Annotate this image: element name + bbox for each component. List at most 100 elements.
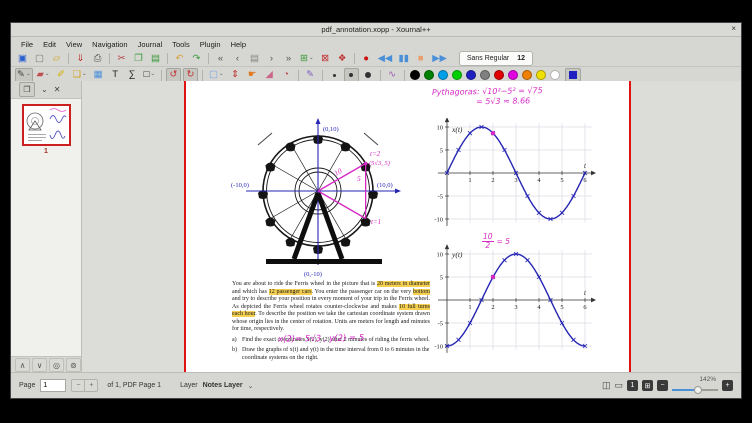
presentation-button[interactable]: ▭	[614, 380, 623, 391]
font-selector-button[interactable]: Sans Regular 12	[459, 51, 533, 66]
print-icon: ⎙	[94, 54, 102, 64]
layer-select[interactable]: Notes Layer	[203, 382, 243, 389]
new-document-button[interactable]: ▢	[32, 51, 47, 66]
menu-file[interactable]: File	[16, 40, 38, 49]
record-audio-button[interactable]: ●	[359, 51, 374, 66]
color-swatch-2020c0[interactable]	[466, 70, 476, 80]
sidebar-pages-panel-icon[interactable]: ❐	[19, 82, 35, 97]
sidebar-circle-dot-button[interactable]: ⊚	[66, 358, 81, 372]
pythagoras-annotation: Pythagoras: √10²−5² = √75 = 5√3 ≈ 8.66	[432, 86, 543, 107]
thickness-fine-dot	[333, 74, 336, 77]
sidebar-overlap-circles-button[interactable]: ◎	[49, 358, 64, 372]
fullscreen-button[interactable]: ❖	[335, 51, 350, 66]
color-swatch-008000[interactable]	[424, 70, 434, 80]
insert-image-icon: ▦	[94, 70, 103, 80]
sidebar: ❐⌄✕ 1 ∧∨◎⊚	[11, 81, 82, 373]
copy-button[interactable]: ❐	[131, 51, 146, 66]
font-size-label: 12	[517, 55, 525, 62]
menu-view[interactable]: View	[61, 40, 87, 49]
next-page-button[interactable]: ›	[264, 51, 279, 66]
fit-page-button[interactable]: ⊞	[642, 380, 653, 391]
toolbar-separator	[354, 53, 355, 64]
color-swatch-00d000[interactable]	[452, 70, 462, 80]
paste-button[interactable]: ▤	[148, 51, 163, 66]
single-page-button[interactable]: 1	[627, 380, 638, 391]
export-pdf-icon: ⇓	[77, 54, 85, 64]
play-pause-button[interactable]: ▮▮	[396, 51, 411, 66]
color-swatch-e000e0[interactable]	[508, 70, 518, 80]
page-minus-button[interactable]: −	[72, 380, 85, 391]
highlighted-text: 20 meters in diameter	[377, 281, 430, 287]
menu-edit[interactable]: Edit	[38, 40, 61, 49]
export-pdf-button[interactable]: ⇓	[73, 51, 88, 66]
svg-text:6: 6	[583, 304, 587, 311]
zoom-in-button[interactable]: +	[722, 380, 733, 391]
chevron-down-icon[interactable]: ⌄	[309, 56, 314, 62]
print-button[interactable]: ⎙	[90, 51, 105, 66]
highlighted-text: bottom	[413, 289, 430, 295]
color-swatch-f08000[interactable]	[522, 70, 532, 80]
chevron-down-icon[interactable]: ⌄	[26, 72, 31, 78]
menu-journal[interactable]: Journal	[133, 40, 168, 49]
page-label: Page	[19, 382, 35, 389]
menu-help[interactable]: Help	[226, 40, 251, 49]
chevron-down-icon[interactable]: ⌄	[248, 382, 254, 390]
stop-button[interactable]: ■	[413, 51, 428, 66]
color-swatch-ffffff[interactable]	[550, 70, 560, 80]
page-plus-button[interactable]: +	[85, 380, 97, 391]
menu-tools[interactable]: Tools	[167, 40, 195, 49]
previous-page-button[interactable]: ‹	[230, 51, 245, 66]
menu-plugin[interactable]: Plugin	[195, 40, 226, 49]
delete-page-button[interactable]: ⊠	[318, 51, 333, 66]
sidebar-chevron-up-button[interactable]: ∧	[15, 358, 30, 372]
select-pdf-text-icon: ❏	[73, 70, 82, 80]
graph-y-annotation: 10 2 = 5	[482, 233, 510, 249]
redo-icon: ↷	[193, 54, 201, 64]
zoom-slider-thumb[interactable]	[694, 386, 702, 394]
close-icon[interactable]: ×	[731, 24, 736, 33]
last-page-button[interactable]: »	[281, 51, 296, 66]
redo-button[interactable]: ↷	[189, 51, 204, 66]
color-swatch-f0e000[interactable]	[536, 70, 546, 80]
page-1-thumbnail[interactable]	[22, 104, 71, 146]
add-page-button[interactable]: ⊞⌄	[298, 51, 316, 66]
sidebar-collapse-icon[interactable]: ⌄	[41, 85, 48, 94]
undo-button[interactable]: ↶	[172, 51, 187, 66]
page-number-input[interactable]	[40, 379, 66, 392]
color-swatch-808080[interactable]	[480, 70, 490, 80]
problem-text: You are about to ride the Ferris wheel i…	[232, 281, 430, 362]
chevron-down-icon[interactable]: ⌄	[45, 72, 50, 78]
draw-shapes-icon: □	[144, 70, 150, 80]
sidebar-close-icon[interactable]: ✕	[54, 85, 61, 94]
record-audio-icon: ●	[363, 54, 369, 64]
first-page-button[interactable]: «	[213, 51, 228, 66]
zoom-slider[interactable]: 142%	[672, 381, 718, 395]
cut-icon: ✂	[118, 54, 126, 64]
window-title: pdf_annotation.xopp - Xournal++	[321, 25, 430, 34]
svg-text:-5: -5	[438, 193, 443, 200]
rewind-button[interactable]: ◀◀	[376, 51, 395, 66]
open-icon: ▱	[53, 54, 60, 64]
svg-text:10: 10	[333, 166, 344, 178]
svg-text:3: 3	[514, 304, 517, 311]
sidebar-chevron-down-button[interactable]: ∨	[32, 358, 47, 372]
save-button[interactable]: ▣	[15, 51, 30, 66]
color-swatch-00a0e8[interactable]	[438, 70, 448, 80]
document-canvas[interactable]: Pythagoras: √10²−5² = √75 = 5√3 ≈ 8.66 (…	[82, 81, 741, 373]
color-swatch-e00000[interactable]	[494, 70, 504, 80]
forward-button[interactable]: ▶▶	[430, 51, 449, 66]
fullscreen-icon: ❖	[338, 54, 347, 64]
titlebar[interactable]: pdf_annotation.xopp - Xournal++ ×	[11, 23, 741, 37]
chevron-down-icon[interactable]: ⌄	[219, 72, 224, 78]
pdf-page[interactable]: Pythagoras: √10²−5² = √75 = 5√3 ≈ 8.66 (…	[184, 81, 631, 373]
color-swatch-000000[interactable]	[410, 70, 420, 80]
menu-navigation[interactable]: Navigation	[87, 40, 132, 49]
cut-button[interactable]: ✂	[114, 51, 129, 66]
svg-text:5: 5	[560, 177, 563, 184]
chevron-down-icon[interactable]: ⌄	[82, 72, 87, 78]
dual-page-button[interactable]: ◫	[602, 380, 611, 391]
chevron-down-icon[interactable]: ⌄	[150, 72, 155, 78]
page-spinner-button[interactable]: ▤	[247, 51, 262, 66]
open-button[interactable]: ▱	[49, 51, 64, 66]
zoom-out-button[interactable]: −	[657, 380, 668, 391]
